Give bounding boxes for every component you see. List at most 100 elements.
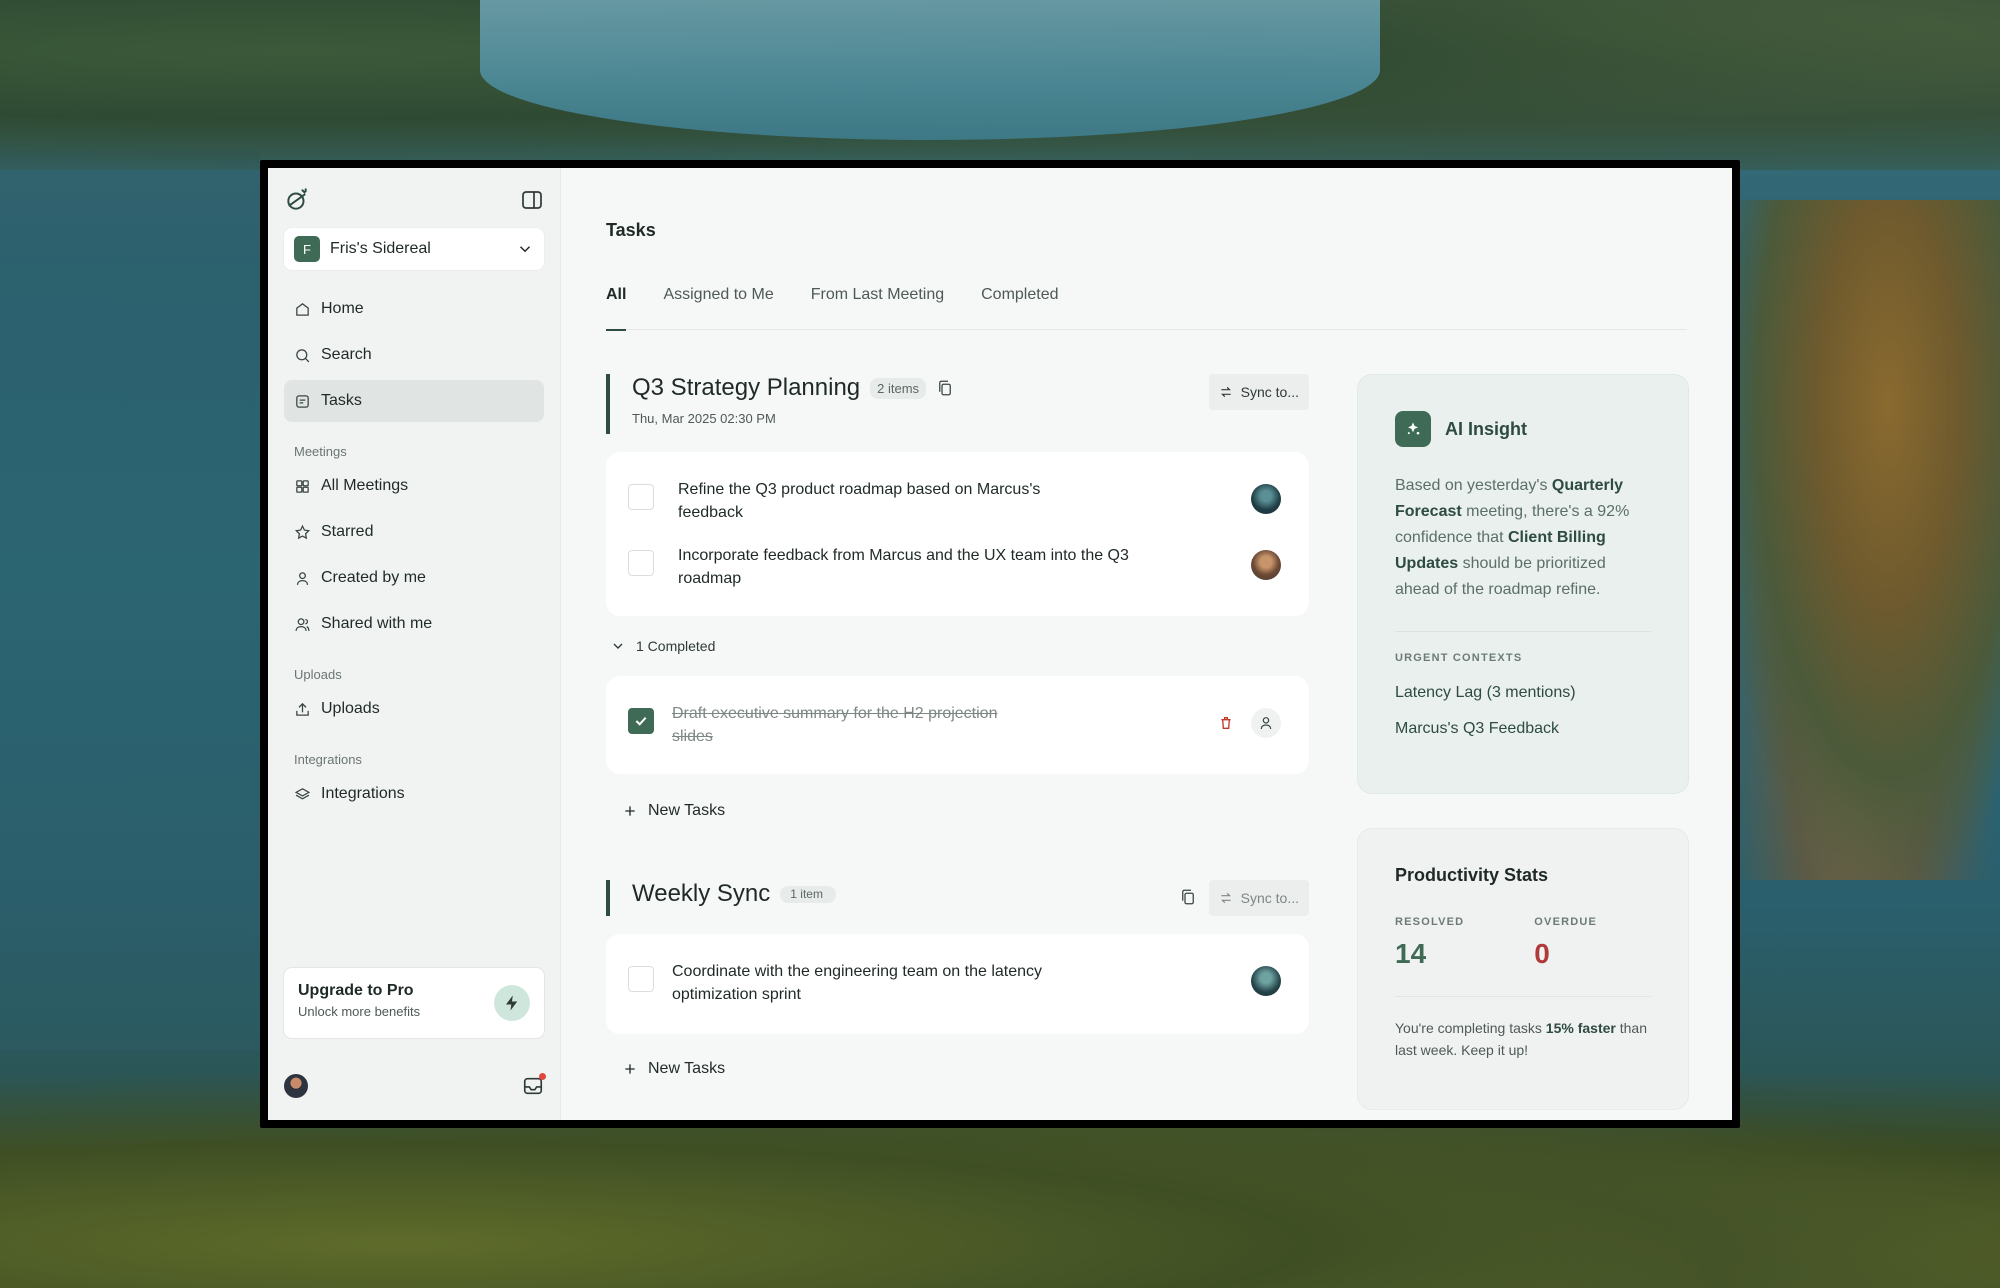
overdue-label: OVERDUE — [1534, 916, 1598, 928]
overdue-value: 0 — [1534, 938, 1550, 969]
tab-assigned-to-me[interactable]: Assigned to Me — [663, 286, 773, 330]
completed-toggle[interactable]: 1 Completed — [606, 638, 1309, 654]
chevron-down-icon — [613, 643, 623, 649]
chevron-down-icon — [519, 246, 531, 253]
task-checkbox-checked[interactable] — [628, 708, 654, 734]
sync-label: Sync to... — [1240, 890, 1299, 906]
sidebar-toggle-icon[interactable] — [520, 188, 544, 212]
new-tasks-label: New Tasks — [648, 802, 726, 819]
integrations-section-label: Integrations — [294, 752, 362, 767]
notification-dot — [539, 1073, 546, 1080]
task-text[interactable]: Draft executive summary for the H2 proje… — [672, 702, 1042, 748]
assignee-avatar[interactable] — [1251, 966, 1281, 996]
copy-icon[interactable] — [1179, 888, 1197, 906]
assignee-avatar[interactable] — [1251, 484, 1281, 514]
tab-all[interactable]: All — [606, 286, 627, 331]
nav-uploads[interactable]: Uploads — [284, 688, 544, 730]
task-text[interactable]: Incorporate feedback from Marcus and the… — [678, 544, 1138, 590]
productivity-stats-card: Productivity Stats RESOLVED 14 OVERDUE 0… — [1358, 829, 1688, 1109]
nav-starred[interactable]: Starred — [284, 511, 544, 553]
urgent-contexts-label: URGENT CONTEXTS — [1395, 652, 1523, 664]
stats-note-text: You're completing tasks — [1395, 1020, 1546, 1036]
workspace-switcher[interactable]: F Fris's Sidereal — [284, 228, 544, 270]
ai-insight-body: Based on yesterday's Quarterly Forecast … — [1395, 473, 1651, 603]
plus-icon — [625, 1064, 635, 1074]
assignee-avatar[interactable] — [1251, 550, 1281, 580]
urgent-context-link[interactable]: Latency Lag (3 mentions) — [1395, 684, 1651, 702]
app-window: F Fris's Sidereal Home Search Tasks Meet… — [268, 168, 1732, 1120]
nav-home[interactable]: Home — [284, 288, 544, 330]
search-icon — [296, 348, 310, 362]
resolved-value: 14 — [1395, 938, 1427, 969]
app-window-frame: F Fris's Sidereal Home Search Tasks Meet… — [260, 160, 1740, 1128]
task-text[interactable]: Coordinate with the engineering team on … — [672, 960, 1042, 1006]
nav-starred-label: Starred — [321, 523, 374, 540]
stats-note: You're completing tasks 15% faster than … — [1395, 1017, 1651, 1061]
uploads-section-label: Uploads — [294, 667, 342, 682]
nav-tasks[interactable]: Tasks — [284, 380, 544, 422]
workspace-badge: F — [294, 236, 320, 262]
task-checkbox[interactable] — [628, 550, 654, 576]
task-groups: Q3 Strategy Planning 2 items Thu, Mar 20… — [606, 374, 1309, 1078]
nav-all-meetings[interactable]: All Meetings — [284, 465, 544, 507]
nav-all-meetings-label: All Meetings — [321, 477, 409, 494]
task-list-card: Refine the Q3 product roadmap based on M… — [606, 452, 1309, 616]
bolt-icon[interactable] — [494, 985, 530, 1021]
resolved-stat: RESOLVED 14 — [1395, 916, 1464, 970]
nav-home-label: Home — [321, 300, 364, 317]
sync-button[interactable]: Sync to... — [1208, 374, 1309, 410]
primary-nav: Home Search Tasks Meetings All Meetings … — [284, 288, 544, 815]
sync-icon — [1220, 386, 1231, 398]
upgrade-to-pro-card[interactable]: Upgrade to Pro Unlock more benefits — [284, 968, 544, 1038]
nav-shared-with-me[interactable]: Shared with me — [284, 603, 544, 645]
item-count-badge: 2 items — [870, 377, 927, 399]
tab-from-last-meeting[interactable]: From Last Meeting — [811, 286, 944, 330]
task-tabs: All Assigned to Me From Last Meeting Com… — [606, 286, 1687, 331]
home-icon — [296, 302, 309, 316]
overdue-stat: OVERDUE 0 — [1534, 916, 1597, 970]
completed-task-card: Draft executive summary for the H2 proje… — [606, 676, 1309, 774]
group-header: Q3 Strategy Planning 2 items Thu, Mar 20… — [606, 374, 1309, 434]
upload-icon — [296, 702, 309, 716]
user-icon — [296, 571, 309, 585]
urgent-context-link[interactable]: Marcus's Q3 Feedback — [1395, 720, 1651, 738]
nav-uploads-label: Uploads — [321, 700, 380, 717]
divider — [1395, 631, 1651, 632]
sidebar: F Fris's Sidereal Home Search Tasks Meet… — [268, 168, 561, 1120]
ai-insight-title: AI Insight — [1445, 418, 1527, 439]
nav-tasks-label: Tasks — [321, 392, 362, 409]
task-row: Draft executive summary for the H2 proje… — [628, 692, 1287, 758]
user-avatar[interactable] — [284, 1074, 308, 1098]
task-row: Coordinate with the engineering team on … — [628, 950, 1287, 1016]
task-list-card: Coordinate with the engineering team on … — [606, 934, 1309, 1034]
assign-user-icon[interactable] — [1251, 708, 1281, 738]
new-tasks-button[interactable]: New Tasks — [606, 1060, 1309, 1078]
copy-icon[interactable] — [936, 379, 954, 397]
insight-text: Based on yesterday's — [1395, 477, 1552, 494]
trash-icon[interactable] — [1211, 708, 1241, 738]
new-tasks-button[interactable]: New Tasks — [606, 802, 1309, 820]
meetings-section-label: Meetings — [294, 444, 347, 459]
group-date: Thu, Mar 2025 02:30 PM — [632, 411, 776, 426]
task-checkbox[interactable] — [628, 966, 654, 992]
group-title: Weekly Sync — [632, 880, 771, 907]
users-icon — [295, 617, 310, 631]
grid-icon — [296, 479, 309, 493]
nav-integrations[interactable]: Integrations — [284, 773, 544, 815]
task-row: Incorporate feedback from Marcus and the… — [628, 534, 1287, 600]
workspace-name: Fris's Sidereal — [330, 240, 431, 257]
inbox-icon[interactable] — [522, 1073, 546, 1097]
layers-icon — [294, 787, 311, 799]
nav-created-by-me-label: Created by me — [321, 569, 426, 586]
new-tasks-label: New Tasks — [648, 1060, 726, 1077]
tab-completed[interactable]: Completed — [981, 286, 1058, 330]
check-icon — [635, 716, 647, 726]
task-text[interactable]: Refine the Q3 product roadmap based on M… — [678, 478, 1048, 524]
logo-icon[interactable] — [284, 187, 310, 213]
sync-button[interactable]: Sync to... — [1208, 880, 1309, 916]
nav-integrations-label: Integrations — [321, 785, 405, 802]
task-checkbox[interactable] — [628, 484, 654, 510]
divider — [1395, 996, 1651, 997]
nav-created-by-me[interactable]: Created by me — [284, 557, 544, 599]
nav-search[interactable]: Search — [284, 334, 544, 376]
